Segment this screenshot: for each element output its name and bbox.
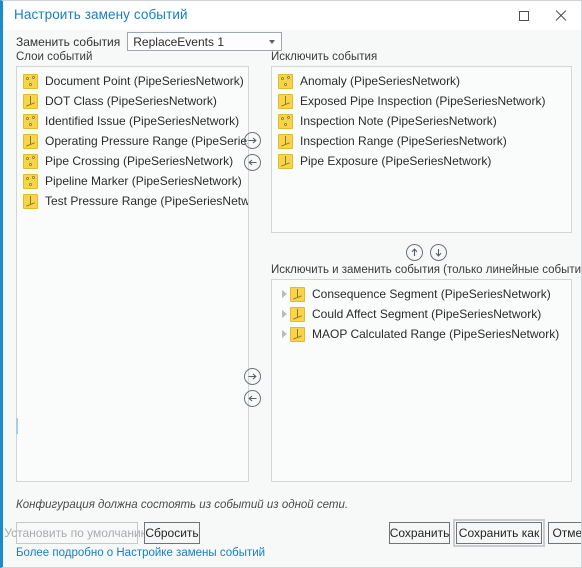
close-button[interactable] <box>545 1 575 30</box>
list-item[interactable]: Test Pressure Range (PipeSeriesNetwork) <box>17 191 248 211</box>
chevron-right-icon <box>281 310 287 318</box>
chevron-right-icon <box>281 290 287 298</box>
list-item[interactable]: Inspection Note (PipeSeriesNetwork) <box>272 111 571 131</box>
list-item[interactable]: Could Affect Segment (PipeSeriesNetwork) <box>272 304 571 324</box>
arrow-right-circle-icon <box>248 373 257 380</box>
move-up-button[interactable] <box>406 244 423 261</box>
point-layer-icon <box>278 73 293 89</box>
list-item[interactable]: Pipe Exposure (PipeSeriesNetwork) <box>272 151 571 171</box>
cancel-button[interactable]: Отмена <box>548 522 581 544</box>
arrow-up-circle-icon <box>411 248 418 256</box>
chevron-down-icon <box>269 40 276 44</box>
list-item-label: Pipe Crossing (PipeSeriesNetwork) <box>45 154 234 168</box>
list-item-label: Pipeline Marker (PipeSeriesNetwork) <box>45 174 242 188</box>
maximize-button[interactable] <box>509 1 539 30</box>
replace-events-value: ReplaceEvents 1 <box>133 34 224 49</box>
expand-toggle[interactable] <box>278 330 290 338</box>
save-as-button[interactable]: Сохранить как <box>453 519 545 547</box>
line-layer-icon <box>278 133 293 149</box>
remove-from-exclude-replace-button[interactable] <box>244 390 261 407</box>
list-item-label: Could Affect Segment (PipeSeriesNetwork) <box>312 307 542 321</box>
list-item[interactable]: Operating Pressure Range (PipeSeriesNetw… <box>17 131 248 151</box>
transfer-buttons-top <box>244 132 261 171</box>
arrow-right-circle-icon <box>248 137 257 144</box>
dialog-title: Настроить замену событий <box>14 7 188 22</box>
point-layer-icon <box>23 153 38 169</box>
line-layer-icon <box>290 286 305 302</box>
list-item[interactable]: DOT Class (PipeSeriesNetwork) <box>17 91 248 111</box>
line-layer-icon <box>23 133 38 149</box>
list-item-label: Operating Pressure Range (PipeSeriesNetw… <box>45 134 248 148</box>
move-down-button[interactable] <box>430 244 447 261</box>
list-item[interactable]: Exposed Pipe Inspection (PipeSeriesNetwo… <box>272 91 571 111</box>
list-item[interactable]: Identified Issue (PipeSeriesNetwork) <box>17 111 248 131</box>
list-item[interactable]: Pipe Crossing (PipeSeriesNetwork) <box>17 151 248 171</box>
configure-event-replacement-dialog: Настроить замену событий Заменить событи… <box>0 0 582 568</box>
replace-events-label: Заменить события <box>16 34 121 49</box>
reset-button[interactable]: Сбросить <box>144 522 200 544</box>
reorder-buttons <box>406 244 447 261</box>
add-to-exclude-button[interactable] <box>244 132 261 149</box>
exclude-events-label: Исключить события <box>271 51 378 63</box>
list-item-label: Document Point (PipeSeriesNetwork) <box>45 74 244 88</box>
list-item-label: Test Pressure Range (PipeSeriesNetwork) <box>45 194 249 208</box>
arrow-left-circle-icon <box>248 159 257 166</box>
expand-toggle[interactable] <box>278 310 290 318</box>
line-layer-icon <box>278 153 293 169</box>
list-item[interactable]: Pipeline Marker (PipeSeriesNetwork) <box>17 171 248 191</box>
list-item[interactable]: Document Point (PipeSeriesNetwork) <box>17 71 248 91</box>
transfer-buttons-bottom <box>244 368 261 407</box>
list-item-label: Inspection Note (PipeSeriesNetwork) <box>300 114 497 128</box>
event-layers-list[interactable]: Document Point (PipeSeriesNetwork) DOT Cl… <box>16 66 249 482</box>
arrow-down-circle-icon <box>435 249 442 257</box>
list-focus-caret <box>16 418 18 434</box>
replace-events-select[interactable]: ReplaceEvents 1 <box>127 32 283 51</box>
list-item-label: Pipe Exposure (PipeSeriesNetwork) <box>300 154 492 168</box>
maximize-icon <box>519 10 529 21</box>
arrow-left-circle-icon <box>248 395 257 402</box>
list-item[interactable]: MAOP Calculated Range (PipeSeriesNetwork… <box>272 324 571 344</box>
list-item[interactable]: Inspection Range (PipeSeriesNetwork) <box>272 131 571 151</box>
remove-from-exclude-button[interactable] <box>244 154 261 171</box>
add-to-exclude-replace-button[interactable] <box>244 368 261 385</box>
chevron-right-icon <box>281 330 287 338</box>
point-layer-icon <box>23 173 38 189</box>
replace-events-row: Заменить события ReplaceEvents 1 <box>16 31 283 52</box>
list-item-label: DOT Class (PipeSeriesNetwork) <box>45 94 217 108</box>
event-layers-label: Слои событий <box>16 51 93 63</box>
line-layer-icon <box>278 93 293 109</box>
list-item-label: Identified Issue (PipeSeriesNetwork) <box>45 114 240 128</box>
exclude-events-list[interactable]: Anomaly (PipeSeriesNetwork) Exposed Pipe … <box>271 66 572 233</box>
point-layer-icon <box>23 73 38 89</box>
expand-toggle[interactable] <box>278 290 290 298</box>
configuration-note: Конфигурация должна состоять из событий … <box>16 499 349 511</box>
list-item-label: Inspection Range (PipeSeriesNetwork) <box>300 134 507 148</box>
help-link[interactable]: Более подробно о Настройке замены событи… <box>16 547 265 559</box>
line-layer-icon <box>23 193 38 209</box>
list-item-label: Consequence Segment (PipeSeriesNetwork) <box>312 287 551 301</box>
line-layer-icon <box>290 306 305 322</box>
close-icon <box>554 9 567 22</box>
list-item[interactable]: Anomaly (PipeSeriesNetwork) <box>272 71 571 91</box>
save-button[interactable]: Сохранить <box>389 522 450 544</box>
list-item-label: MAOP Calculated Range (PipeSeriesNetwork… <box>312 327 560 341</box>
line-layer-icon <box>290 326 305 342</box>
point-layer-icon <box>278 113 293 129</box>
list-item-label: Exposed Pipe Inspection (PipeSeriesNetwo… <box>300 94 546 108</box>
list-item-label: Anomaly (PipeSeriesNetwork) <box>300 74 461 88</box>
exclude-replace-events-list[interactable]: Consequence Segment (PipeSeriesNetwork) C… <box>271 279 572 482</box>
set-default-button[interactable]: Установить по умолчанию <box>4 522 150 544</box>
title-bar: Настроить замену событий <box>3 1 581 30</box>
exclude-replace-events-label: Исключить и заменить события (только лин… <box>271 264 582 276</box>
point-layer-icon <box>23 113 38 129</box>
line-layer-icon <box>23 93 38 109</box>
list-item[interactable]: Consequence Segment (PipeSeriesNetwork) <box>272 284 571 304</box>
